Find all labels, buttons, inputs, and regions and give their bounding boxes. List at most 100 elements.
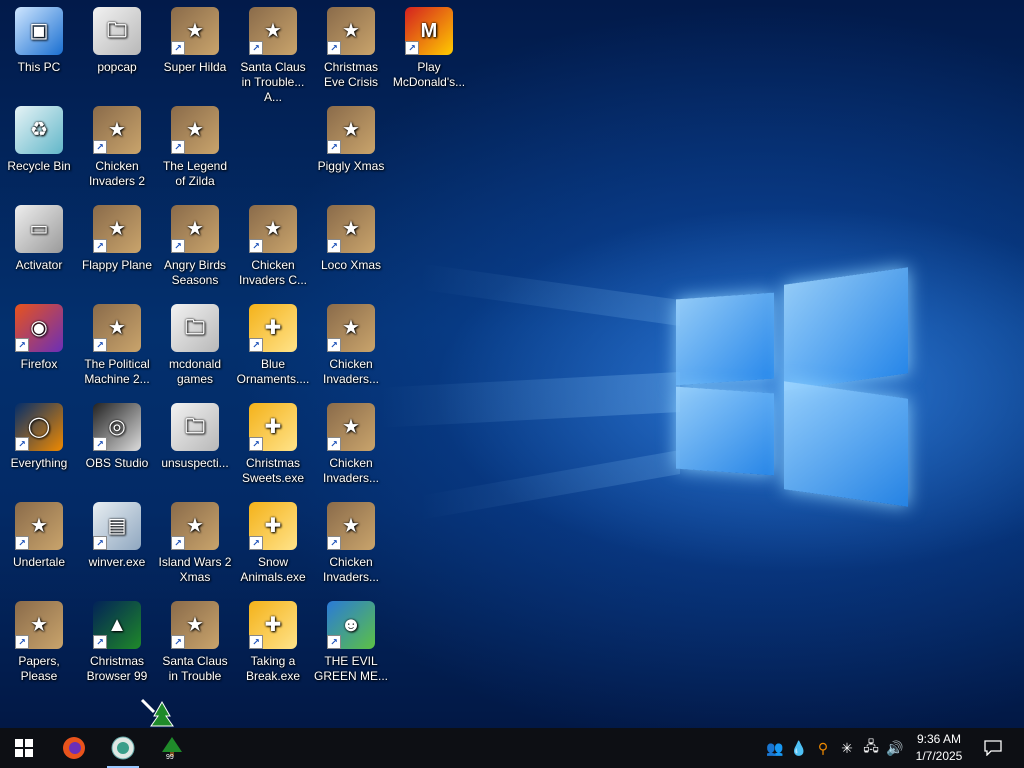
file-icon: ▭ xyxy=(15,205,63,253)
desktop-icon-label: OBS Studio xyxy=(85,456,149,470)
desktop-icon-label: Flappy Plane xyxy=(81,258,153,272)
taskbar-app[interactable] xyxy=(101,728,145,768)
people-icon[interactable]: 👥 xyxy=(764,728,786,768)
shortcut-arrow-icon: ↗ xyxy=(15,338,29,352)
network-icon[interactable]: 🖧 xyxy=(860,728,882,768)
desktop-icon[interactable]: ★ ↗ Chicken Invaders... xyxy=(312,398,390,490)
game-icon: ★ ↗ xyxy=(327,7,375,55)
desktop-icon-label: Super Hilda xyxy=(163,60,227,74)
shortcut-arrow-icon: ↗ xyxy=(327,239,341,253)
taskbar: 99 👥 💧 ⚲ ✳ 🖧 🔊 9:36 AM 1/7/2025 xyxy=(0,728,1024,768)
desktop-icon-label: Christmas Browser 99 xyxy=(86,654,148,683)
volume-icon[interactable]: 🔊 xyxy=(884,728,906,768)
game-icon: ★ ↗ xyxy=(171,601,219,649)
light-beam xyxy=(420,263,680,326)
clock-time: 9:36 AM xyxy=(916,732,962,746)
desktop-icon[interactable]: 🗀 unsuspecti... xyxy=(156,398,234,490)
shortcut-arrow-icon: ↗ xyxy=(249,536,263,550)
christmas-tree-icon: ▲ ↗ xyxy=(93,601,141,649)
shortcut-arrow-icon: ↗ xyxy=(15,536,29,550)
desktop[interactable]: ▣ This PC 🗀 popcap ★ ↗ Super Hilda ★ ↗ Santa Clau… xyxy=(0,0,1024,728)
shortcut-arrow-icon: ↗ xyxy=(249,635,263,649)
desktop-icon[interactable]: 🗀 mcdonald games xyxy=(156,299,234,391)
desktop-icon[interactable]: ✚ ↗ Christmas Sweets.exe xyxy=(234,398,312,490)
desktop-icon[interactable]: 🗀 popcap xyxy=(78,2,156,94)
desktop-icon-label: Christmas Eve Crisis xyxy=(323,60,378,89)
desktop-icon[interactable]: ★ ↗ Santa Claus in Trouble... A... xyxy=(234,2,312,104)
game-icon: ★ ↗ xyxy=(15,601,63,649)
game-icon: ★ ↗ xyxy=(93,304,141,352)
desktop-icon[interactable]: ★ ↗ Island Wars 2 Xmas xyxy=(156,497,234,589)
desktop-icon[interactable]: ★ ↗ Loco Xmas xyxy=(312,200,390,292)
messenger-icon: ☻ ↗ xyxy=(327,601,375,649)
desktop-icon-label: Santa Claus in Trouble xyxy=(162,654,228,683)
app-icon: ✚ ↗ xyxy=(249,304,297,352)
notifications-button[interactable] xyxy=(978,728,1008,768)
taskbar-firefox[interactable] xyxy=(52,728,96,768)
desktop-icon[interactable]: ★ ↗ Santa Claus in Trouble xyxy=(156,596,234,688)
desktop-icon[interactable]: ★ ↗ Super Hilda xyxy=(156,2,234,94)
desktop-icon[interactable]: ▣ This PC xyxy=(0,2,78,94)
shortcut-arrow-icon: ↗ xyxy=(93,635,107,649)
desktop-icon[interactable]: ★ ↗ Angry Birds Seasons xyxy=(156,200,234,292)
desktop-icon[interactable]: ✚ ↗ Snow Animals.exe xyxy=(234,497,312,589)
desktop-icon[interactable]: ★ ↗ Piggly Xmas xyxy=(312,101,390,193)
start-button[interactable] xyxy=(2,728,46,768)
obs-icon: ◎ ↗ xyxy=(93,403,141,451)
folder-icon: 🗀 xyxy=(93,7,141,55)
christmas-tree-icon: 99 xyxy=(162,737,182,760)
shortcut-arrow-icon: ↗ xyxy=(249,437,263,451)
recycle-bin-icon: ♻ xyxy=(15,106,63,154)
desktop-icon[interactable]: ▭ Activator xyxy=(0,200,78,292)
game-icon: ★ ↗ xyxy=(327,403,375,451)
desktop-icon[interactable]: ★ ↗ Papers, Please xyxy=(0,596,78,688)
game-icon: ★ ↗ xyxy=(327,106,375,154)
taskbar-christmas-browser[interactable]: 99 xyxy=(150,728,194,768)
desktop-icon-label: Santa Claus in Trouble... A... xyxy=(240,60,306,104)
desktop-icon[interactable]: ★ ↗ Flappy Plane xyxy=(78,200,156,292)
desktop-icon[interactable]: ◉ ↗ Firefox xyxy=(0,299,78,391)
shortcut-arrow-icon: ↗ xyxy=(93,140,107,154)
desktop-icon[interactable]: ★ ↗ The Political Machine 2... xyxy=(78,299,156,391)
desktop-icon[interactable]: ★ ↗ Chicken Invaders... xyxy=(312,299,390,391)
shortcut-arrow-icon: ↗ xyxy=(171,140,185,154)
shortcut-arrow-icon: ↗ xyxy=(249,41,263,55)
game-icon: ★ ↗ xyxy=(327,502,375,550)
desktop-icon[interactable]: ♻ Recycle Bin xyxy=(0,101,78,193)
desktop-icon[interactable]: ★ ↗ Chicken Invaders 2 xyxy=(78,101,156,193)
desktop-icon[interactable]: ☻ ↗ THE EVIL GREEN ME... xyxy=(312,596,390,688)
svg-text:99: 99 xyxy=(166,754,174,760)
game-icon: ★ ↗ xyxy=(249,7,297,55)
desktop-icon[interactable]: M ↗ Play McDonald's... xyxy=(390,2,468,94)
desktop-icon-label: This PC xyxy=(17,60,61,74)
search-tray-icon[interactable]: ⚲ xyxy=(812,728,834,768)
desktop-icon[interactable]: ★ ↗ Chicken Invaders... xyxy=(312,497,390,589)
window-icon: ▤ ↗ xyxy=(93,502,141,550)
desktop-icon-label: Blue Ornaments.... xyxy=(236,357,310,386)
desktop-icon[interactable]: ◯ ↗ Everything xyxy=(0,398,78,490)
folder-icon: 🗀 xyxy=(171,304,219,352)
desktop-icon-label: Chicken Invaders C... xyxy=(238,258,308,287)
drop-icon[interactable]: 💧 xyxy=(788,728,810,768)
shortcut-arrow-icon: ↗ xyxy=(15,635,29,649)
desktop-icon[interactable]: ▲ ↗ Christmas Browser 99 xyxy=(78,596,156,688)
desktop-icon-label: Undertale xyxy=(12,555,66,569)
app-icon: ✚ ↗ xyxy=(249,601,297,649)
clock[interactable]: 9:36 AM 1/7/2025 xyxy=(905,731,973,765)
desktop-icon[interactable]: ▤ ↗ winver.exe xyxy=(78,497,156,589)
desktop-icon[interactable]: ★ ↗ The Legend of Zilda xyxy=(156,101,234,193)
desktop-icon[interactable]: ★ ↗ Christmas Eve Crisis xyxy=(312,2,390,94)
search-icon: ◯ ↗ xyxy=(15,403,63,451)
desktop-icon[interactable]: ✚ ↗ Taking a Break.exe xyxy=(234,596,312,688)
desktop-icon[interactable]: ◎ ↗ OBS Studio xyxy=(78,398,156,490)
game-icon: ★ ↗ xyxy=(171,7,219,55)
desktop-icon[interactable]: ★ ↗ Chicken Invaders C... xyxy=(234,200,312,292)
desktop-icon-label: mcdonald games xyxy=(168,357,222,386)
snowflake-icon[interactable]: ✳ xyxy=(836,728,858,768)
game-icon: ★ ↗ xyxy=(171,106,219,154)
desktop-icon-label: Christmas Sweets.exe xyxy=(241,456,305,485)
game-icon: ★ ↗ xyxy=(327,304,375,352)
desktop-icon[interactable]: ★ ↗ Undertale xyxy=(0,497,78,589)
desktop-icon[interactable]: ✚ ↗ Blue Ornaments.... xyxy=(234,299,312,391)
shortcut-arrow-icon: ↗ xyxy=(93,239,107,253)
